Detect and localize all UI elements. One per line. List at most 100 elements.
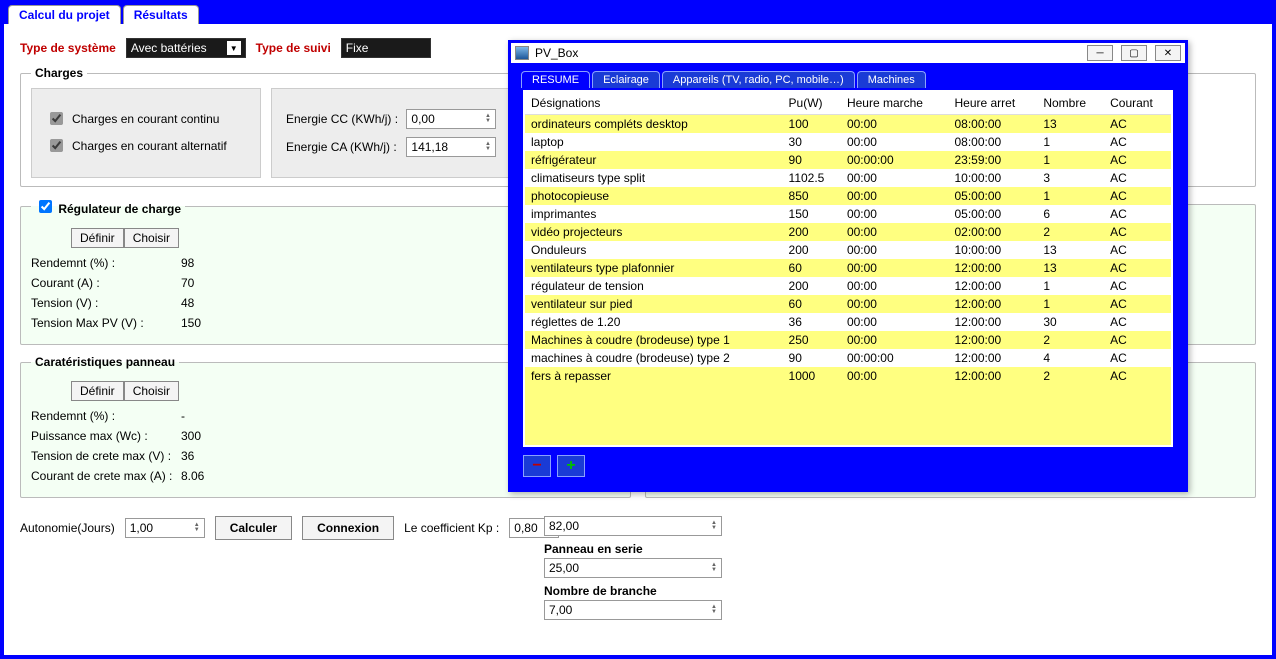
- ca-checkbox[interactable]: [50, 139, 63, 152]
- add-row-button[interactable]: +: [557, 455, 585, 477]
- ca-checkbox-row[interactable]: Charges en courant alternatif: [46, 136, 246, 155]
- tab-resultats[interactable]: Résultats: [123, 5, 199, 24]
- dialog-tab[interactable]: Machines: [857, 71, 926, 88]
- spinner-icon[interactable]: ▲▼: [485, 114, 491, 124]
- table-cell: Machines à coudre (brodeuse) type 1: [525, 331, 783, 349]
- cc-checkbox-row[interactable]: Charges en courant continu: [46, 109, 246, 128]
- regulateur-checkbox[interactable]: [39, 200, 52, 213]
- table-row[interactable]: Onduleurs20000:0010:00:0013AC: [525, 241, 1171, 259]
- autonomie-label: Autonomie(Jours): [20, 521, 115, 535]
- table-cell: 1102.5: [783, 169, 841, 187]
- outputs-panel: 82,00▲▼ Panneau en serie25,00▲▼ Nombre de …: [544, 516, 744, 626]
- output-row: Panneau en serie25,00▲▼: [544, 542, 744, 578]
- column-header[interactable]: Courant: [1104, 92, 1171, 115]
- table-row[interactable]: imprimantes15000:0005:00:006AC: [525, 205, 1171, 223]
- type-systeme-select[interactable]: Avec battéries ▼: [126, 38, 246, 58]
- table-cell: 02:00:00: [948, 223, 1037, 241]
- table-row[interactable]: fers à repasser100000:0012:00:002AC: [525, 367, 1171, 385]
- energie-ca-label: Energie CA (KWh/j) :: [286, 140, 400, 154]
- table-cell: 00:00: [841, 187, 949, 205]
- column-header[interactable]: Désignations: [525, 92, 783, 115]
- table-row[interactable]: régulateur de tension20000:0012:00:001AC: [525, 277, 1171, 295]
- table-cell: 12:00:00: [948, 349, 1037, 367]
- table-cell: 6: [1037, 205, 1104, 223]
- table-cell: 00:00:00: [841, 349, 949, 367]
- output-value[interactable]: 82,00▲▼: [544, 516, 722, 536]
- table-cell: vidéo projecteurs: [525, 223, 783, 241]
- regulateur-choisir-button[interactable]: Choisir: [124, 228, 179, 248]
- remove-row-button[interactable]: −: [523, 455, 551, 477]
- spinner-icon[interactable]: ▲▼: [194, 523, 200, 533]
- table-row[interactable]: Machines à coudre (brodeuse) type 125000…: [525, 331, 1171, 349]
- table-row[interactable]: réglettes de 1.203600:0012:00:0030AC: [525, 313, 1171, 331]
- kv-value: -: [181, 409, 231, 423]
- regulateur-definir-button[interactable]: Définir: [71, 228, 124, 248]
- spinner-icon[interactable]: ▲▼: [711, 563, 717, 573]
- table-row[interactable]: machines à coudre (brodeuse) type 29000:…: [525, 349, 1171, 367]
- table-cell: 00:00: [841, 241, 949, 259]
- dialog-tab[interactable]: RESUME: [521, 71, 590, 88]
- table-cell: 00:00: [841, 115, 949, 134]
- kv-value: 8.06: [181, 469, 231, 483]
- cc-checkbox[interactable]: [50, 112, 63, 125]
- close-button[interactable]: ✕: [1155, 45, 1181, 61]
- table-cell: 10:00:00: [948, 241, 1037, 259]
- table-cell: réfrigérateur: [525, 151, 783, 169]
- table-row[interactable]: climatiseurs type split1102.500:0010:00:…: [525, 169, 1171, 187]
- table-row[interactable]: ordinateurs compléts desktop10000:0008:0…: [525, 115, 1171, 134]
- output-row: Nombre de branche 7,00▲▼: [544, 584, 744, 620]
- table-cell: 23:59:00: [948, 151, 1037, 169]
- tab-calcul[interactable]: Calcul du projet: [8, 5, 121, 24]
- table-cell: 00:00: [841, 313, 949, 331]
- table-row[interactable]: photocopieuse85000:0005:00:001AC: [525, 187, 1171, 205]
- table-cell: 200: [783, 241, 841, 259]
- table-cell: 12:00:00: [948, 259, 1037, 277]
- table-cell: 00:00: [841, 331, 949, 349]
- dialog-tab[interactable]: Appareils (TV, radio, PC, mobile…): [662, 71, 855, 88]
- output-value[interactable]: 7,00▲▼: [544, 600, 722, 620]
- table-row[interactable]: laptop3000:0008:00:001AC: [525, 133, 1171, 151]
- table-cell: 10:00:00: [948, 169, 1037, 187]
- table-row[interactable]: ventilateur sur pied6000:0012:00:001AC: [525, 295, 1171, 313]
- maximize-button[interactable]: ▢: [1121, 45, 1147, 61]
- table-cell: 00:00: [841, 259, 949, 277]
- column-header[interactable]: Heure marche: [841, 92, 949, 115]
- type-suivi-select[interactable]: Fixe: [341, 38, 431, 58]
- column-header[interactable]: Heure arret: [948, 92, 1037, 115]
- kv-key: Tension (V) :: [31, 296, 181, 310]
- column-header[interactable]: Nombre: [1037, 92, 1104, 115]
- table-cell: 00:00: [841, 295, 949, 313]
- kv-key: Courant de crete max (A) :: [31, 469, 181, 483]
- dialog-titlebar[interactable]: PV_Box ─ ▢ ✕: [511, 43, 1185, 63]
- spinner-icon[interactable]: ▲▼: [711, 521, 717, 531]
- pvbox-dialog: PV_Box ─ ▢ ✕ RESUMEEclairageAppareils (T…: [508, 40, 1188, 492]
- connexion-button[interactable]: Connexion: [302, 516, 394, 540]
- table-row[interactable]: ventilateurs type plafonnier6000:0012:00…: [525, 259, 1171, 277]
- table-row[interactable]: vidéo projecteurs20000:0002:00:002AC: [525, 223, 1171, 241]
- spinner-icon[interactable]: ▲▼: [711, 605, 717, 615]
- output-value[interactable]: 25,00▲▼: [544, 558, 722, 578]
- autonomie-input[interactable]: 1,00▲▼: [125, 518, 205, 538]
- panneau-definir-button[interactable]: Définir: [71, 381, 124, 401]
- panneau-choisir-button[interactable]: Choisir: [124, 381, 179, 401]
- energie-ca-input[interactable]: 141,18▲▼: [406, 137, 496, 157]
- type-suivi-value: Fixe: [346, 41, 369, 55]
- table-cell: 1: [1037, 151, 1104, 169]
- table-cell: 1000: [783, 367, 841, 385]
- column-header[interactable]: Pu(W): [783, 92, 841, 115]
- kv-key: Rendemnt (%) :: [31, 409, 181, 423]
- charges-legend: Charges: [31, 66, 87, 80]
- output-label: Nombre de branche: [544, 584, 744, 598]
- table-row[interactable]: réfrigérateur9000:00:0023:59:001AC: [525, 151, 1171, 169]
- spinner-icon[interactable]: ▲▼: [485, 142, 491, 152]
- table-cell: 05:00:00: [948, 187, 1037, 205]
- minimize-button[interactable]: ─: [1087, 45, 1113, 61]
- energie-cc-input[interactable]: 0,00▲▼: [406, 109, 496, 129]
- energie-cc-label: Energie CC (KWh/j) :: [286, 112, 400, 126]
- dialog-tab[interactable]: Eclairage: [592, 71, 660, 88]
- table-cell: 00:00: [841, 367, 949, 385]
- calculer-button[interactable]: Calculer: [215, 516, 292, 540]
- table-cell: AC: [1104, 295, 1171, 313]
- dialog-title: PV_Box: [535, 46, 1079, 60]
- table-body: ordinateurs compléts desktop10000:0008:0…: [525, 115, 1171, 386]
